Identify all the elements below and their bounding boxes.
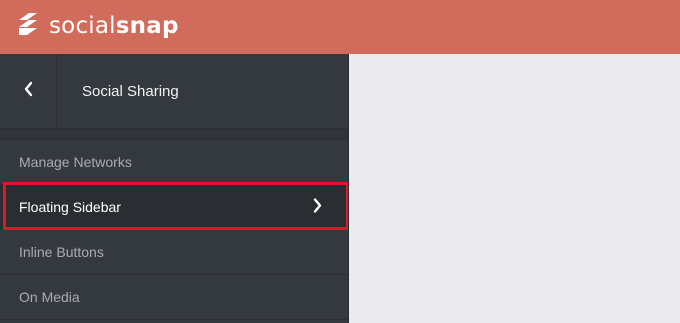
menu-item-floating-sidebar[interactable]: Floating Sidebar: [0, 185, 349, 230]
section-spacer: [0, 129, 349, 140]
chevron-right-icon: [313, 198, 323, 217]
logo[interactable]: socialsnap: [17, 10, 179, 42]
logo-text-light: social: [49, 13, 116, 39]
sidebar-divider: [348, 54, 349, 323]
menu-item-inline-buttons[interactable]: Inline Buttons: [0, 230, 349, 275]
menu-item-label: Floating Sidebar: [19, 199, 121, 215]
back-button[interactable]: [0, 54, 57, 129]
settings-sidebar: Social Sharing Manage Networks Floating …: [0, 54, 349, 323]
panel-title: Social Sharing: [82, 83, 179, 100]
menu-item-label: On Media: [19, 289, 80, 305]
menu-item-label: Inline Buttons: [19, 244, 104, 260]
logo-text: socialsnap: [49, 13, 179, 39]
chevron-left-icon: [23, 81, 33, 102]
logo-text-bold: snap: [115, 13, 179, 39]
menu-item-manage-networks[interactable]: Manage Networks: [0, 140, 349, 185]
menu-item-on-media[interactable]: On Media: [0, 275, 349, 320]
menu-item-label: Manage Networks: [19, 154, 132, 170]
panel-header: Social Sharing: [0, 54, 349, 129]
socialsnap-logo-icon: [17, 11, 49, 42]
app-header: socialsnap: [0, 0, 680, 54]
